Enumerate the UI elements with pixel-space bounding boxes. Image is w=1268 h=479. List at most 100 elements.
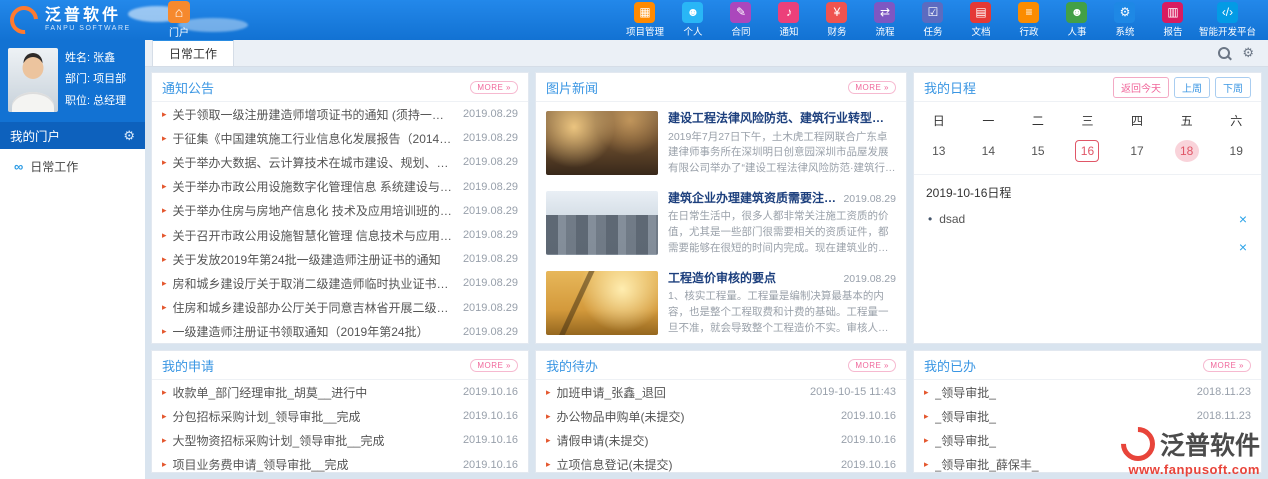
top-nav-item[interactable]: ¥ 财务	[815, 2, 859, 38]
prev-week-button[interactable]: 上周	[1174, 76, 1210, 98]
nav-item-icon: ✎	[730, 2, 752, 23]
calendar-date-cell[interactable]: 14	[964, 134, 1014, 168]
nav-item-icon: ≡	[1018, 2, 1040, 23]
panel-title: 通知公告	[162, 80, 215, 96]
notice-text: 关于举办市政公用设施数字化管理信息 系统建设与应用培训班的通知	[172, 180, 455, 195]
top-nav-item[interactable]: ‹/› 智能开发平台	[1199, 2, 1256, 38]
panel-todos-header: 我的待办 MORE »	[536, 351, 906, 380]
calendar-weekday: 六	[1230, 114, 1243, 128]
notice-date: 2019.08.29	[462, 204, 518, 217]
schedule-event-row[interactable]: • dsad ×	[914, 205, 1261, 233]
todos-list: ▸ 加班申请_张鑫_退回 2019-10-15 11:43 ▸ 办公物品申购单(…	[536, 380, 906, 472]
bullet-arrow-icon: ▸	[546, 434, 551, 445]
notice-row[interactable]: ▸ 关于举办市政公用设施数字化管理信息 系统建设与应用培训班的通知 2019.0…	[162, 175, 518, 199]
news-headline[interactable]: 工程造价审核的要点	[668, 271, 776, 287]
application-row[interactable]: ▸ 收款单_部门经理审批_胡莫__进行中 2019.10.16	[162, 380, 518, 404]
portal-page: 泛普软件 FANPU SOFTWARE ⌂ 门户 ▦ 项目管理 ☻ 个人 ✎ 合…	[0, 0, 1268, 479]
nav-item-label: 合同	[731, 27, 751, 38]
calendar-date-cell[interactable]: 16	[1063, 134, 1113, 168]
top-nav-item[interactable]: ▦ 项目管理	[623, 2, 667, 38]
more-button[interactable]: MORE »	[848, 358, 896, 372]
top-nav-item[interactable]: ▥ 报告	[1151, 2, 1195, 38]
notice-text: 一级建造师注册证书领取通知（2019年第24批）	[172, 325, 429, 340]
calendar-date-cell[interactable]: 13	[914, 134, 964, 168]
top-nav-item[interactable]: ✎ 合同	[719, 2, 763, 38]
notice-row[interactable]: ▸ 关于召开市政公用设施智慧化管理 信息技术与应用培训班的通知 2019.08.…	[162, 223, 518, 247]
notice-row[interactable]: ▸ 房和城乡建设厅关于取消二级建造师临时执业证书的公告 2019.08.29	[162, 271, 518, 295]
panel-my-schedule: 我的日程 返回今天 上周 下周 日 一 二 三 四 五 六 13 14 15 1…	[913, 72, 1262, 344]
bullet-arrow-icon: ▸	[162, 108, 167, 119]
calendar-date-row: 13 14 15 16 17 18 19	[914, 134, 1261, 168]
notice-row[interactable]: ▸ 关于发放2019年第24批一级建造师注册证书的通知 2019.08.29	[162, 247, 518, 271]
top-nav-item[interactable]: ☑ 任务	[911, 2, 955, 38]
more-button[interactable]: MORE »	[470, 80, 518, 94]
application-row[interactable]: ▸ 分包招标采购计划_领导审批__完成 2019.10.16	[162, 404, 518, 428]
top-nav-item[interactable]: ☻ 个人	[671, 2, 715, 38]
bullet-arrow-icon: ▸	[162, 156, 167, 167]
notice-row[interactable]: ▸ 于征集《中国建筑施工行业信息化发展报告（2014）—BIM应用与发... 2…	[162, 126, 518, 150]
top-nav-item[interactable]: ☻ 人事	[1055, 2, 1099, 38]
calendar-date-cell[interactable]: 19	[1211, 134, 1261, 168]
search-icon[interactable]	[1218, 47, 1231, 59]
news-item[interactable]: 工程造价审核的要点 2019.08.29 1、核实工程量。工程量是编制决算最基本…	[546, 264, 896, 343]
sidebar-item-daily-work[interactable]: ∞ 日常工作	[0, 149, 145, 184]
calendar-date-cell[interactable]: 15	[1013, 134, 1063, 168]
more-button[interactable]: MORE »	[470, 358, 518, 372]
more-button[interactable]: MORE »	[1203, 358, 1251, 372]
tab-daily-work[interactable]: 日常工作	[152, 39, 235, 66]
todo-text: 请假申请(未提交)	[556, 433, 649, 448]
notice-row[interactable]: ▸ 住房和城乡建设部办公厅关于同意吉林省开展二级建造师注册证书电... 2019…	[162, 296, 518, 320]
more-button[interactable]: MORE »	[848, 80, 896, 94]
notice-date: 2019.08.29	[462, 180, 518, 193]
calendar-weekday: 四	[1131, 114, 1144, 128]
delete-event-icon[interactable]: ×	[1239, 240, 1247, 254]
settings-icon[interactable]: ⚙	[1242, 45, 1254, 61]
application-date: 2019.10.16	[462, 458, 518, 471]
calendar-date-number: 17	[1130, 144, 1144, 158]
todo-row[interactable]: ▸ 办公物品申购单(未提交) 2019.10.16	[546, 404, 896, 428]
notice-row[interactable]: ▸ 关于举办住房与房地产信息化 技术及应用培训班的通知 2019.08.29	[162, 199, 518, 223]
top-nav-item[interactable]: ▤ 文档	[959, 2, 1003, 38]
calendar-date-cell[interactable]: 17	[1112, 134, 1162, 168]
top-nav-item[interactable]: ≡ 行政	[1007, 2, 1051, 38]
logo-title: 泛普软件	[45, 7, 122, 25]
todo-row[interactable]: ▸ 立项信息登记(未提交) 2019.10.16	[546, 453, 896, 472]
nav-item-icon: ▦	[634, 2, 656, 23]
news-headline[interactable]: 建设工程法律风险防范、建筑行业转型升级之路沙龙活动	[668, 111, 890, 127]
bullet-arrow-icon: ▸	[924, 386, 929, 397]
news-thumbnail	[546, 111, 658, 175]
bullet-arrow-icon: ▸	[162, 181, 167, 192]
notice-row[interactable]: ▸ 关于领取一级注册建造师增项证书的通知 (须持一建证书前来领取) 2019.0…	[162, 102, 518, 126]
done-row[interactable]: ▸ _领导审批_薛保丰_	[924, 453, 1251, 472]
top-nav-item[interactable]: ⇄ 流程	[863, 2, 907, 38]
schedule-event-row[interactable]: ×	[914, 233, 1261, 261]
news-headline[interactable]: 建筑企业办理建筑资质需要注意哪些细节	[668, 191, 837, 207]
next-week-button[interactable]: 下周	[1215, 76, 1251, 98]
calendar-date-cell[interactable]: 18	[1162, 134, 1212, 168]
done-row[interactable]: ▸ _领导审批_ 2018.11.23	[924, 380, 1251, 404]
top-nav-item[interactable]: ♪ 通知	[767, 2, 811, 38]
panel-news-header: 图片新闻 MORE »	[536, 73, 906, 102]
done-text: _领导审批_	[934, 433, 996, 448]
applications-list: ▸ 收款单_部门经理审批_胡莫__进行中 2019.10.16 ▸ 分包招标采购…	[152, 380, 528, 472]
sidebar-section-my-portal[interactable]: 我的门户 ⚙	[0, 122, 145, 150]
application-row[interactable]: ▸ 项目业务费申请_领导审批__完成 2019.10.16	[162, 453, 518, 472]
top-nav-item[interactable]: ⚙ 系统	[1103, 2, 1147, 38]
todo-row[interactable]: ▸ 请假申请(未提交) 2019.10.16	[546, 428, 896, 452]
nav-item-label: 行政	[1019, 27, 1039, 38]
application-row[interactable]: ▸ 大型物资招标采购计划_领导审批__完成 2019.10.16	[162, 428, 518, 452]
calendar-weekday: 二	[1031, 114, 1044, 128]
news-item[interactable]: 建筑企业办理建筑资质需要注意哪些细节 2019.08.29 在日常生活中，很多人…	[546, 184, 896, 264]
delete-event-icon[interactable]: ×	[1239, 212, 1247, 226]
back-to-today-button[interactable]: 返回今天	[1113, 76, 1169, 98]
done-row[interactable]: ▸ _领导审批_	[924, 428, 1251, 452]
done-row[interactable]: ▸ _领导审批_ 2018.11.23	[924, 404, 1251, 428]
notice-row[interactable]: ▸ 关于举办大数据、云计算技术在城市建设、规划、管理与服务中的... 2019.…	[162, 150, 518, 174]
news-item[interactable]: 建设工程法律风险防范、建筑行业转型升级之路沙龙活动 2019年7月27日下午，土…	[546, 104, 896, 184]
home-icon: ⌂	[168, 1, 190, 23]
gear-icon[interactable]: ⚙	[123, 128, 135, 144]
calendar-date-number: 18	[1174, 140, 1199, 162]
nav-item-portal[interactable]: ⌂ 门户	[168, 1, 190, 39]
todo-row[interactable]: ▸ 加班申请_张鑫_退回 2019-10-15 11:43	[546, 380, 896, 404]
notice-row[interactable]: ▸ 一级建造师注册证书领取通知（2019年第24批） 2019.08.29	[162, 320, 518, 343]
